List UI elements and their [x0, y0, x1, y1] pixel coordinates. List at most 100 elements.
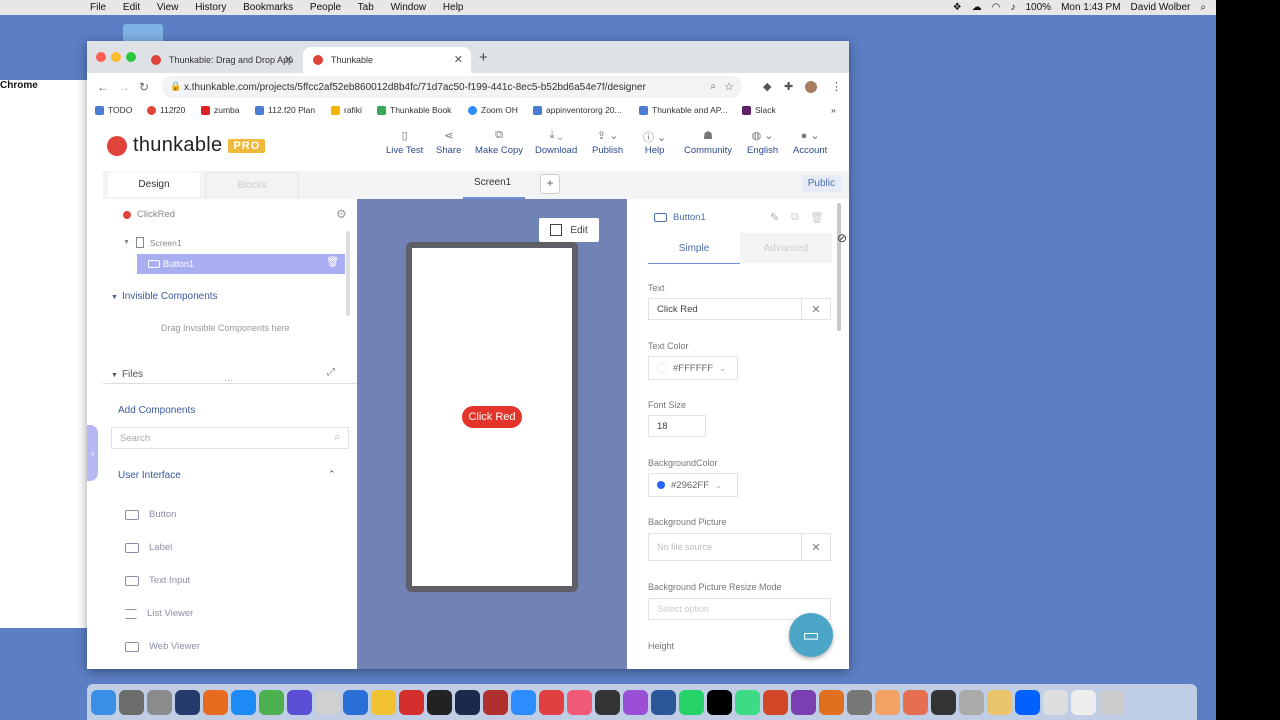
kebab-menu-icon[interactable]: ⋮ [831, 80, 842, 93]
photos-icon[interactable] [875, 689, 900, 715]
bookmark-todo[interactable]: TODO [95, 105, 132, 115]
button1-node[interactable]: Button1 🗑 [137, 254, 345, 274]
duplicate-icon[interactable]: ⧉ [791, 211, 799, 224]
downloads-icon[interactable] [1071, 689, 1096, 715]
purple-app-icon[interactable] [791, 689, 816, 715]
trash-icon[interactable]: 🗑 [326, 257, 339, 268]
component-web-viewer[interactable]: Web Viewer [125, 641, 200, 652]
battery-percent[interactable]: 100% [1025, 2, 1051, 13]
menu-window[interactable]: Window [391, 2, 427, 13]
nav-download[interactable]: ⤓ ⌄ Download [535, 129, 577, 156]
tab-simple[interactable]: Simple [648, 233, 740, 264]
more-bookmarks-icon[interactable]: » [831, 105, 836, 115]
click-red-button[interactable]: Click Red [462, 406, 522, 428]
browser-tab-2[interactable]: Thunkable ✕ [303, 47, 471, 73]
app-store-icon[interactable] [231, 689, 256, 715]
settings-gear-icon[interactable]: ⚙ [336, 207, 347, 221]
menu-people[interactable]: People [310, 2, 341, 13]
back-icon[interactable]: ← [97, 80, 109, 94]
music-icon[interactable] [567, 689, 592, 715]
finder-icon[interactable] [91, 689, 116, 715]
component-text-input[interactable]: Text Input [125, 575, 190, 586]
bg-picture-input[interactable]: No file source ✕ [648, 533, 831, 561]
user-name[interactable]: David Wolber [1131, 2, 1191, 13]
component-search-input[interactable]: Search ⌕ [111, 427, 349, 449]
files-header[interactable]: ▼ Files [111, 369, 143, 380]
close-window-icon[interactable] [96, 52, 106, 62]
bookmark-thunkable-ap[interactable]: Thunkable and AP... [639, 105, 727, 115]
drag-handle-icon[interactable]: ⋯ [224, 375, 233, 386]
trash-icon[interactable] [1099, 689, 1124, 715]
tab-design[interactable]: Design [108, 172, 200, 197]
nav-publish[interactable]: ⇪ ⌄ Publish [592, 129, 623, 156]
word-icon[interactable] [651, 689, 676, 715]
orange-app-icon[interactable] [903, 689, 928, 715]
profile-avatar-icon[interactable] [805, 81, 817, 93]
powerpoint-icon[interactable] [763, 689, 788, 715]
zoom-icon[interactable] [511, 689, 536, 715]
zoom-window-icon[interactable] [126, 52, 136, 62]
star-app-icon[interactable] [287, 689, 312, 715]
bookmark-plan[interactable]: 112.f20 Plan [255, 105, 315, 115]
dropbox-icon[interactable] [1015, 689, 1040, 715]
nav-account[interactable]: ● ⌄ Account [793, 129, 827, 156]
nav-make-copy[interactable]: ⧉ Make Copy [475, 129, 523, 156]
phone-screen[interactable]: Click Red [412, 248, 572, 586]
wifi-icon[interactable]: ◠ [992, 2, 1001, 13]
menu-edit[interactable]: Edit [123, 2, 140, 13]
system-prefs-icon[interactable] [847, 689, 872, 715]
invisible-components-header[interactable]: ▼ Invisible Components [111, 291, 218, 302]
tab-advanced[interactable]: Advanced [740, 233, 832, 263]
menu-history[interactable]: History [195, 2, 226, 13]
firefox-icon[interactable] [203, 689, 228, 715]
tab-blocks[interactable]: Blocks [205, 172, 299, 198]
clear-x-icon[interactable]: ✕ [801, 299, 830, 319]
project-node[interactable]: ClickRed [123, 209, 175, 220]
rename-pencil-icon[interactable]: ✎ [770, 211, 779, 224]
caret-down-icon[interactable]: ▼ [123, 239, 130, 246]
spotlight-icon[interactable]: ⌕ [1200, 2, 1206, 13]
clear-x-icon[interactable]: ✕ [801, 534, 830, 560]
component-list-viewer[interactable]: List Viewer [125, 608, 193, 619]
menu-help[interactable]: Help [443, 2, 464, 13]
screen-node[interactable]: ▼ Screen1 [123, 237, 182, 248]
address-bar[interactable]: 🔒 x.thunkable.com/projects/5ffcc2af52eb8… [162, 76, 742, 98]
close-tab-icon[interactable]: ✕ [284, 53, 293, 66]
photo-booth-icon[interactable] [483, 689, 508, 715]
intellij-icon[interactable] [707, 689, 732, 715]
component-label[interactable]: Label [125, 542, 172, 553]
bookmark-appinventor[interactable]: appinventororg 20... [533, 105, 622, 115]
document-icon[interactable] [1043, 689, 1068, 715]
zoom-search-icon[interactable]: ⌕ [710, 81, 716, 92]
bookmark-thunkable-book[interactable]: Thunkable Book [377, 105, 451, 115]
chat-support-icon[interactable]: ▭ [789, 613, 833, 657]
bg-color-picker[interactable]: #2962FF ⌄ [648, 473, 738, 497]
bookmark-star-icon[interactable]: ☆ [724, 80, 734, 93]
close-tab-icon[interactable]: ✕ [454, 53, 463, 66]
component-button[interactable]: Button [125, 509, 176, 520]
volume-icon[interactable]: ♪ [1010, 2, 1015, 13]
puzzle-icon[interactable]: ✚ [784, 80, 793, 93]
palette-icon[interactable] [119, 689, 144, 715]
text-color-picker[interactable]: #FFFFFF ⌄ [648, 356, 738, 380]
delete-icon[interactable]: 🗑 [810, 211, 824, 224]
nav-language[interactable]: ◍ ⌄ English [747, 129, 778, 156]
properties-scrollbar[interactable] [837, 203, 841, 331]
whatsapp-icon[interactable] [679, 689, 704, 715]
collapse-panel-handle[interactable]: › [87, 425, 98, 481]
nav-share[interactable]: ⋖ Share [436, 129, 461, 156]
text-input[interactable]: Click Red ✕ [648, 298, 831, 320]
piano-icon[interactable] [595, 689, 620, 715]
dropbox-icon[interactable]: ❖ [953, 2, 962, 13]
stripes-app-icon[interactable] [455, 689, 480, 715]
expand-icon[interactable]: ⤢ [327, 367, 335, 378]
bookmark-zoom-oh[interactable]: Zoom OH [468, 105, 518, 115]
terminal-icon[interactable] [427, 689, 452, 715]
font-size-input[interactable]: 18 [648, 415, 706, 437]
kindle-icon[interactable] [931, 689, 956, 715]
preview-icon[interactable] [959, 689, 984, 715]
stickies-icon[interactable] [987, 689, 1012, 715]
nav-live-test[interactable]: ▯ Live Test [386, 129, 423, 156]
podcasts-icon[interactable] [623, 689, 648, 715]
cloud-icon[interactable]: ☁ [972, 2, 982, 13]
